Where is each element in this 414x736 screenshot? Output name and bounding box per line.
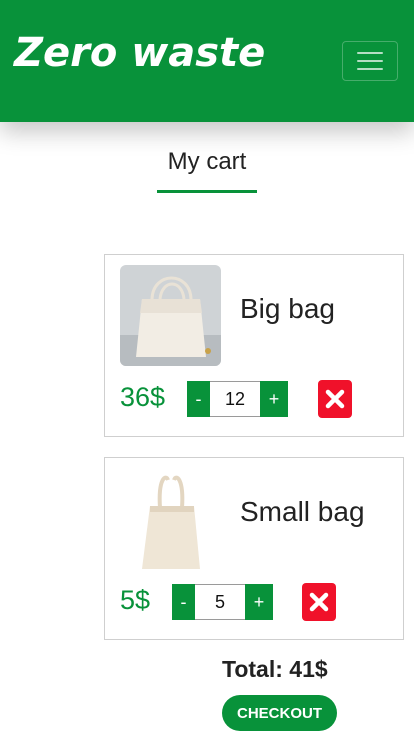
decrease-quantity-button[interactable]: - <box>187 381 210 417</box>
navbar: Zero waste <box>0 0 414 122</box>
increase-quantity-button[interactable]: + <box>245 584 273 620</box>
increase-quantity-button[interactable]: + <box>260 381 288 417</box>
decrease-quantity-button[interactable]: - <box>172 584 195 620</box>
quantity-input[interactable]: 12 <box>210 381 260 417</box>
remove-item-button[interactable] <box>318 380 352 418</box>
product-price: 5$ <box>120 585 151 615</box>
remove-item-button[interactable] <box>302 583 336 621</box>
brand-logo[interactable]: Zero waste <box>14 30 265 76</box>
product-price: 36$ <box>120 382 166 412</box>
hamburger-menu-icon <box>357 52 383 54</box>
tab-my-cart[interactable]: My cart <box>157 148 257 194</box>
quantity-stepper: - 12 + <box>187 381 288 417</box>
tote-bag-image <box>120 265 221 366</box>
quantity-stepper: - 5 + <box>172 584 273 620</box>
quantity-input[interactable]: 5 <box>195 584 245 620</box>
close-x-icon <box>325 389 345 409</box>
cart-item-card: Small bag 5$ - 5 + <box>104 457 404 640</box>
cart-item-card: Big bag 36$ - 12 + <box>104 254 404 437</box>
hamburger-menu-icon <box>357 68 383 70</box>
checkout-button[interactable]: CHECKOUT <box>222 695 337 731</box>
tab-active-indicator <box>157 190 257 193</box>
hamburger-menu-icon <box>357 60 383 62</box>
close-x-icon <box>309 592 329 612</box>
product-name: Big bag <box>240 293 335 324</box>
product-name: Small bag <box>240 496 365 527</box>
menu-toggle-button[interactable] <box>342 41 398 81</box>
small-bag-image <box>120 468 221 569</box>
cart-total: Total: 41$ <box>222 656 328 682</box>
